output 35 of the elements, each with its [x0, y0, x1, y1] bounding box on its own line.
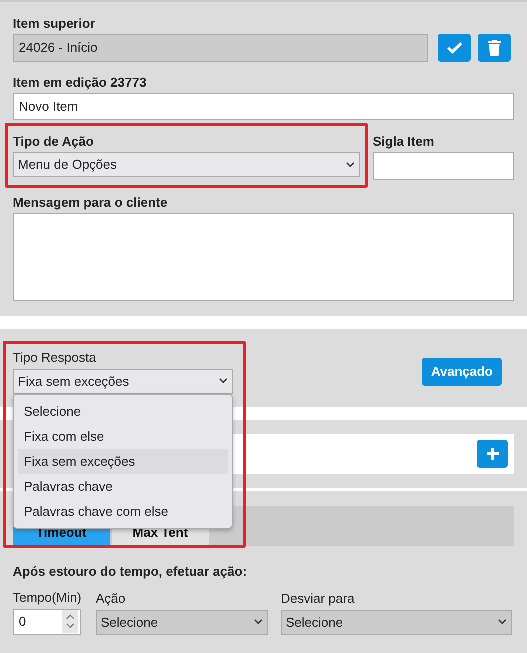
field-label: Desviar para [281, 590, 355, 607]
check-icon [446, 42, 463, 54]
add-button[interactable] [477, 440, 508, 468]
dropdown-option[interactable]: Fixa com else [18, 424, 228, 449]
caret-icon [254, 619, 263, 626]
caret-icon [346, 162, 355, 168]
plus-icon [486, 446, 500, 461]
spinner-icon [66, 614, 74, 630]
trash-icon [488, 40, 501, 56]
field-label: Item em edição 23773 [13, 75, 148, 91]
select-field[interactable]: Selecione [96, 610, 268, 635]
advanced-button[interactable]: Avançado [422, 358, 502, 386]
select-field[interactable]: Fixa sem exceções [13, 368, 233, 394]
field-label: Ação [96, 590, 126, 607]
delete-button[interactable] [478, 34, 511, 62]
select-field[interactable]: Selecione [281, 610, 512, 635]
dropdown-option[interactable]: Palavras chave com else [18, 498, 228, 524]
dropdown-option[interactable]: Selecione [18, 398, 228, 424]
field-label: Tempo(Min) [13, 590, 82, 606]
text-area[interactable] [13, 212, 514, 301]
select-field[interactable]: Menu de Opções [13, 152, 360, 178]
number-field[interactable]: 0 [13, 608, 81, 635]
confirm-button[interactable] [438, 34, 472, 62]
section-title: Após estouro do tempo, efetuar ação: [13, 564, 248, 580]
input-field[interactable] [373, 152, 514, 180]
input-field[interactable]: Novo Item [13, 93, 514, 120]
dropdown-option[interactable]: Fixa sem exceções [18, 448, 228, 474]
field-label: Mensagem para o cliente [13, 194, 169, 211]
field-label: Item superior [13, 16, 96, 32]
field-label: Tipo Resposta [13, 350, 98, 366]
dropdown-option[interactable]: Palavras chave [18, 474, 228, 499]
caret-icon [219, 378, 228, 384]
caret-icon [498, 619, 507, 626]
field-label: Sigla Item [373, 134, 436, 150]
field-label: Tipo de Ação [13, 134, 95, 150]
